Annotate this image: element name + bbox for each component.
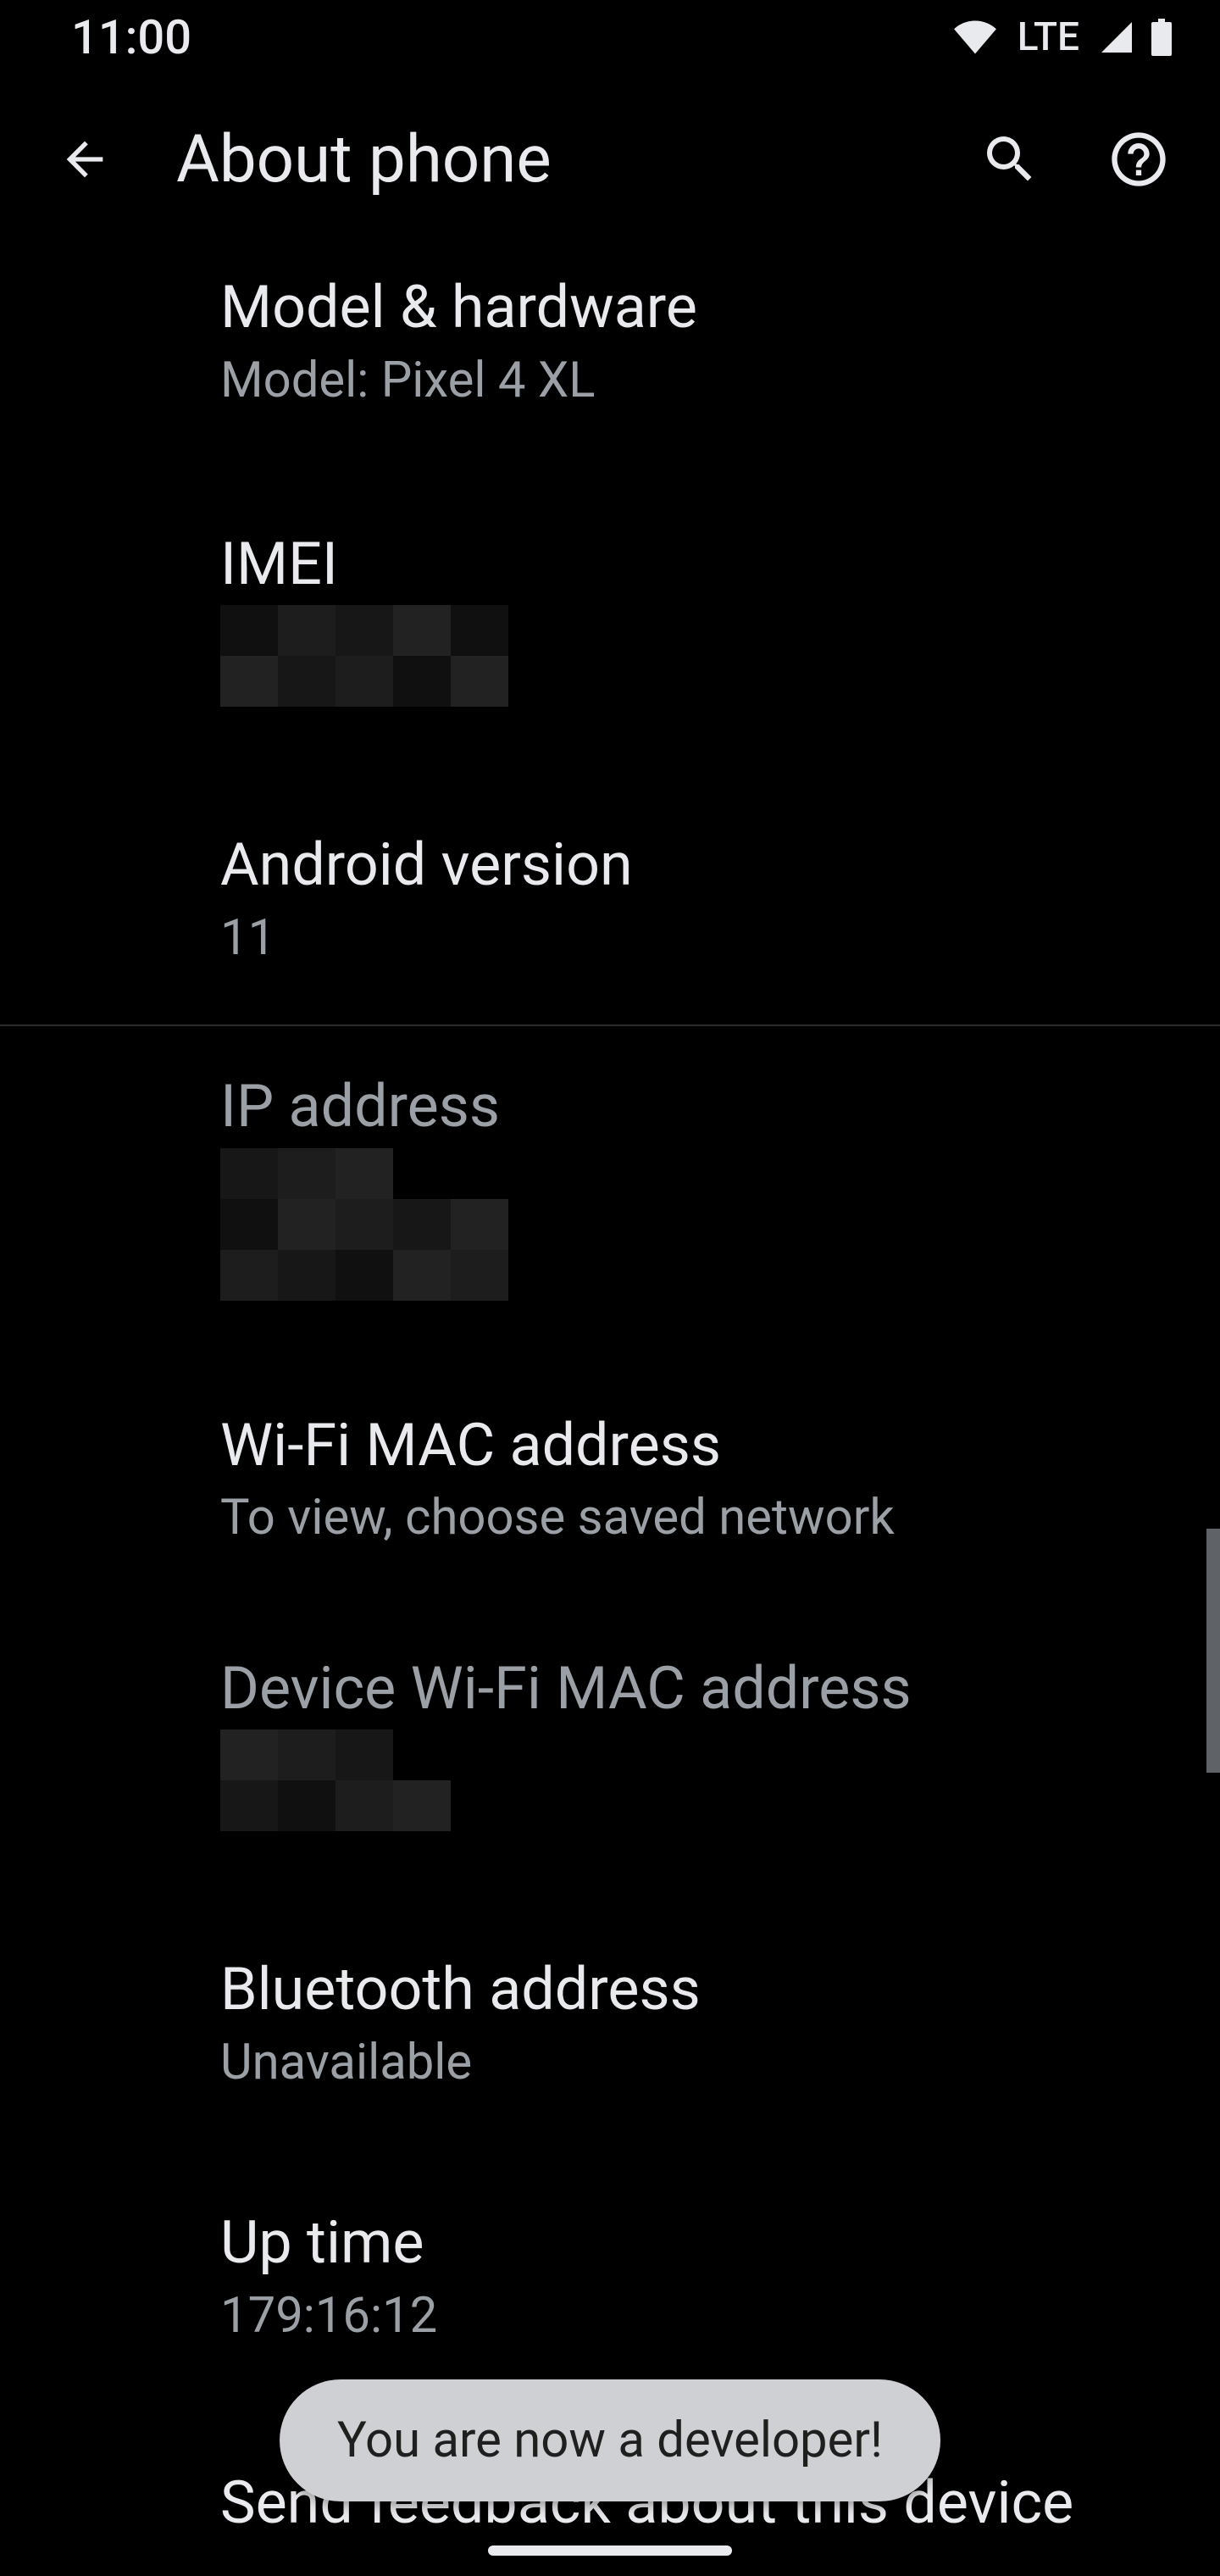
row-up-time[interactable]: Up time 179:16:12 (0, 2142, 1220, 2396)
search-icon (979, 129, 1040, 190)
help-button[interactable] (1101, 122, 1176, 197)
status-bar: 11:00 LTE (0, 0, 1220, 75)
row-title-android: Android version (220, 829, 1220, 903)
row-title-uptime: Up time (220, 2207, 1220, 2281)
row-sub-uptime: 179:16:12 (220, 2285, 1220, 2348)
row-title-imei: IMEI (220, 528, 1220, 602)
page-title: About phone (176, 121, 973, 198)
row-sub-devmac (220, 1729, 1220, 1831)
arrow-back-icon (58, 132, 112, 186)
row-ip-address: IP address (0, 1033, 1220, 1355)
signal-icon (1100, 20, 1134, 54)
row-sub-wifimac: To view, choose saved network (220, 1486, 1220, 1550)
help-icon (1106, 127, 1171, 192)
lte-label: LTE (1018, 14, 1079, 60)
row-sub-model: Model: Pixel 4 XL (220, 349, 1220, 413)
gesture-nav-bar[interactable] (488, 2545, 732, 2556)
imei-redacted (220, 605, 508, 707)
toast-developer: You are now a developer! (280, 2379, 940, 2501)
row-device-wifi-mac: Device Wi-Fi MAC address (0, 1598, 1220, 1890)
row-imei[interactable]: IMEI (0, 447, 1220, 775)
battery-icon (1151, 19, 1173, 56)
row-title-devmac: Device Wi-Fi MAC address (220, 1652, 1220, 1727)
search-button[interactable] (973, 122, 1047, 197)
scrollbar-thumb[interactable] (1206, 1529, 1220, 1773)
wifi-icon (953, 20, 997, 54)
status-time: 11:00 (71, 9, 191, 65)
back-button[interactable] (34, 108, 136, 210)
row-title-wifimac: Wi-Fi MAC address (220, 1409, 1220, 1484)
status-icons: LTE (953, 14, 1173, 60)
content: Model & hardware Model: Pixel 4 XL IMEI … (0, 244, 1220, 2576)
row-sub-bt: Unavailable (220, 2031, 1220, 2095)
row-sub-ip (220, 1148, 1220, 1301)
devmac-redacted (220, 1729, 451, 1831)
row-model-hardware[interactable]: Model & hardware Model: Pixel 4 XL (0, 244, 1220, 447)
divider (0, 1024, 1220, 1026)
row-bluetooth-address[interactable]: Bluetooth address Unavailable (0, 1889, 1220, 2142)
row-android-version[interactable]: Android version 11 (0, 774, 1220, 1018)
row-sub-imei (220, 605, 1220, 707)
app-bar: About phone (0, 75, 1220, 244)
ip-redacted (220, 1148, 508, 1301)
row-wifi-mac[interactable]: Wi-Fi MAC address To view, choose saved … (0, 1355, 1220, 1598)
row-title-ip: IP address (220, 1070, 1220, 1145)
row-title-bt: Bluetooth address (220, 1953, 1220, 2028)
row-sub-android: 11 (220, 907, 1220, 970)
row-title-model: Model & hardware (220, 271, 1220, 346)
